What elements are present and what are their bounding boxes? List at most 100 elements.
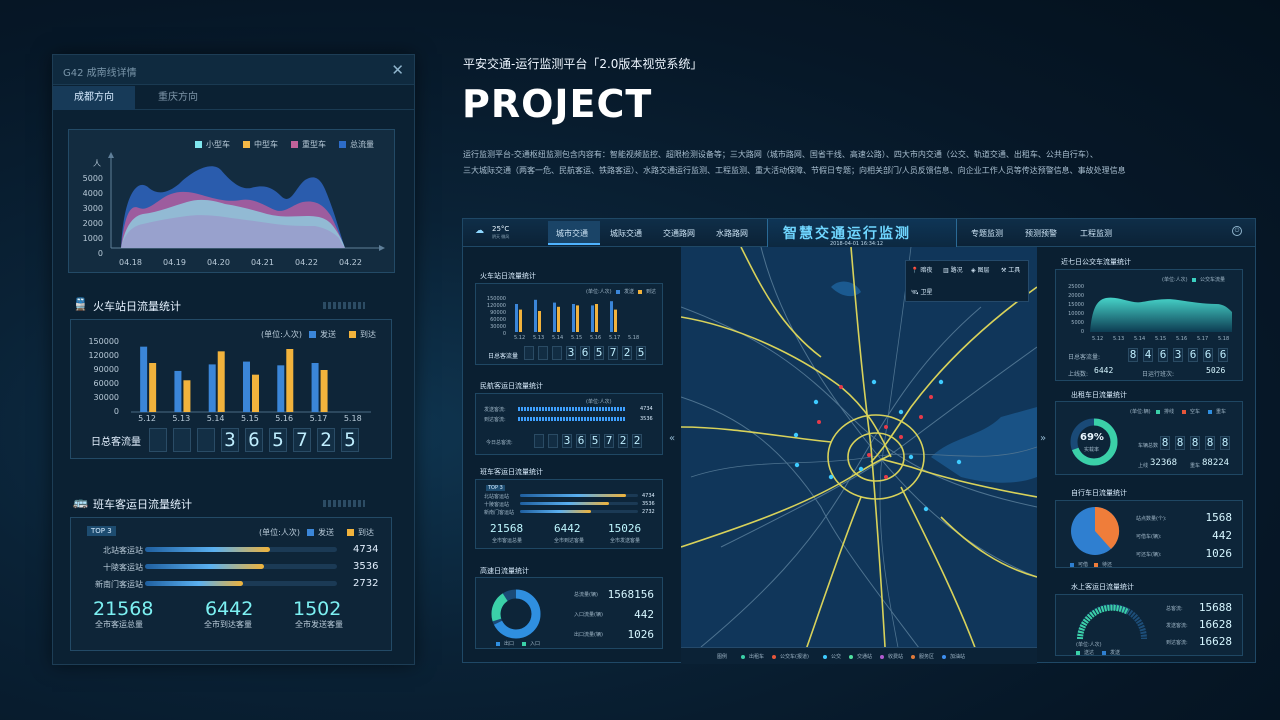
map-left-arrow[interactable]: «	[669, 433, 675, 444]
taxi-digit: 8	[1175, 436, 1185, 450]
mini-bus-stat-1-label: 全市到达客量	[554, 538, 585, 544]
nav-forecast[interactable]: 预测预警	[1025, 228, 1057, 239]
map-legend-label: 收费站	[888, 654, 904, 660]
train-counter-digit: 6	[245, 428, 263, 452]
nav-waterway[interactable]: 水路路网	[716, 228, 748, 239]
water-title: 水上客运日流量统计	[1071, 583, 1134, 591]
air-row-name: 发送客流:	[484, 407, 506, 413]
mini-bus-box: TOP 3 北站客运站 4734 十陵客运站 3536 新南门客运站 2732 21568…	[475, 479, 663, 549]
train-bar-arrive	[286, 349, 294, 412]
mini-train-bar-send	[610, 301, 613, 332]
air-row-value: 4734	[640, 406, 653, 412]
mini-bus-row-name: 新南门客运站	[484, 510, 515, 516]
tool-satellite[interactable]: 🛰 卫星	[911, 287, 933, 296]
panel-title: G42 成南线详情	[63, 68, 137, 79]
map-legend-item: 加油站	[942, 653, 965, 660]
mini-bus-fill	[520, 510, 591, 513]
map-legend-dot	[942, 655, 946, 659]
train-counter-digit	[197, 428, 215, 452]
map-legend-label: 公交	[831, 654, 842, 660]
map-legend-label: 加油站	[950, 654, 966, 660]
water-row-value: 15688	[1198, 601, 1232, 614]
weekly-digit: 4	[1143, 348, 1153, 362]
mini-train-bar-arrive	[576, 305, 579, 332]
close-icon[interactable]: ✕	[391, 61, 404, 79]
map-legend-item: 交通站	[849, 653, 872, 660]
weekly-x-tick: 5.12	[1092, 336, 1104, 342]
weekly-digit: 6	[1218, 348, 1228, 362]
mini-train-y-tick: 30000	[490, 324, 506, 330]
bus-row-value: 4734	[353, 544, 379, 555]
mini-train-digit: 5	[636, 346, 646, 360]
air-digit: 2	[632, 434, 642, 448]
train-bar-send	[140, 346, 148, 412]
mini-train-digit: 7	[608, 346, 618, 360]
taxi-unit: (单位:辆)	[1130, 409, 1151, 415]
tab-chengdu[interactable]: 成都方向	[53, 86, 135, 110]
nav-city-traffic[interactable]: 城市交通	[556, 228, 588, 239]
mini-bus-fill	[520, 502, 609, 505]
weekly-digit: 6	[1203, 348, 1213, 362]
train-x-tick: 5.17	[309, 414, 328, 423]
taxi-title: 出租车日流量统计	[1071, 391, 1127, 399]
train-bar-send	[174, 370, 182, 412]
air-row-value: 3536	[640, 416, 653, 422]
weekly-bus-chart	[1090, 297, 1232, 332]
nav-topic[interactable]: 专题监测	[971, 228, 1003, 239]
bike-row-value: 1568	[1205, 511, 1233, 524]
nav-engineering[interactable]: 工程监测	[1080, 228, 1112, 239]
mini-train-y-tick: 120000	[486, 303, 506, 309]
city-map[interactable]: 📍 暗夜 ▥ 路况 ◈ 图层 ⚒ 工具 🛰 卫星 图例 出租车 公交车(报道) 公交…	[681, 247, 1037, 664]
water-legend-1: 发送	[1102, 649, 1120, 656]
mini-bus-stat-1: 6442	[554, 522, 581, 535]
mini-train-total-label: 日总客流量	[488, 353, 519, 360]
mini-train-x-tick: 5.18	[628, 335, 640, 341]
map-legend-dot	[849, 655, 853, 659]
train-x-tick: 5.13	[172, 414, 191, 423]
mini-train-bar-arrive	[595, 304, 598, 332]
weekly-digit: 6	[1158, 348, 1168, 362]
water-row-value: 16628	[1198, 635, 1232, 648]
tool-traffic[interactable]: ▥ 路况	[943, 265, 963, 274]
train-bar-arrive	[320, 370, 328, 412]
train-x-tick: 5.14	[206, 414, 225, 423]
bus-row-name: 北站客运站	[103, 546, 143, 555]
mini-train-bar-arrive	[557, 306, 560, 332]
mini-train-bar-send	[572, 304, 575, 332]
power-icon[interactable]: ⏻	[1232, 226, 1242, 236]
taxi-digit: 8	[1220, 436, 1230, 450]
mini-bus-row-value: 2732	[642, 509, 655, 515]
highway-legend-entry: 入口	[522, 640, 540, 647]
tab-chongqing[interactable]: 重庆方向	[137, 86, 219, 110]
detail-panel: G42 成南线详情 ✕ 成都方向 重庆方向 小型车 中型车 重型车 总流量 人 …	[52, 54, 415, 665]
nav-intercity[interactable]: 城际交通	[610, 228, 642, 239]
map-legend-dot	[911, 655, 915, 659]
air-digit: 6	[576, 434, 586, 448]
taxi-legend-2: 重车	[1208, 408, 1226, 415]
highway-row-name: 出口流量(辆)	[574, 632, 603, 638]
taxi-box: (单位:辆) 排线 空车 重车 69% 实载率 车辆总数 88888 上线 32…	[1055, 401, 1243, 475]
tool-dark[interactable]: 📍 暗夜	[911, 265, 932, 274]
tool-tools[interactable]: ⚒ 工具	[1001, 265, 1020, 274]
bus-stat-total-value: 21568	[93, 598, 154, 620]
map-right-arrow[interactable]: »	[1040, 433, 1046, 444]
mini-train-digit: 6	[580, 346, 590, 360]
bike-row-name: 可借车(辆):	[1136, 534, 1162, 540]
air-digit	[534, 434, 544, 448]
mini-air-title: 民航客运日流量统计	[480, 382, 543, 390]
nav-road-network[interactable]: 交通路网	[663, 228, 695, 239]
mini-train-x-tick: 5.15	[571, 335, 583, 341]
mini-bus-stat-0-label: 全市客运总量	[492, 538, 523, 544]
water-legend-0: 送达	[1076, 649, 1094, 656]
mini-train-y-tick: 90000	[490, 310, 506, 316]
train-bar-send	[277, 365, 285, 412]
mini-train-x-tick: 5.13	[533, 335, 545, 341]
area-chart	[108, 152, 385, 251]
tool-layers[interactable]: ◈ 图层	[971, 265, 990, 274]
mini-train-bar-arrive	[538, 311, 541, 332]
bike-row-name: 可还车(辆):	[1136, 552, 1162, 558]
weekly-lines-label: 上线数:	[1068, 371, 1089, 378]
mini-bus-row-value: 3536	[642, 501, 655, 507]
train-x-tick: 5.12	[138, 414, 156, 423]
project-desc-2: 三大城际交通（两客一危、民航客运、铁路客运）、水路交通运行监测、工程监测、重大活…	[463, 166, 1126, 175]
